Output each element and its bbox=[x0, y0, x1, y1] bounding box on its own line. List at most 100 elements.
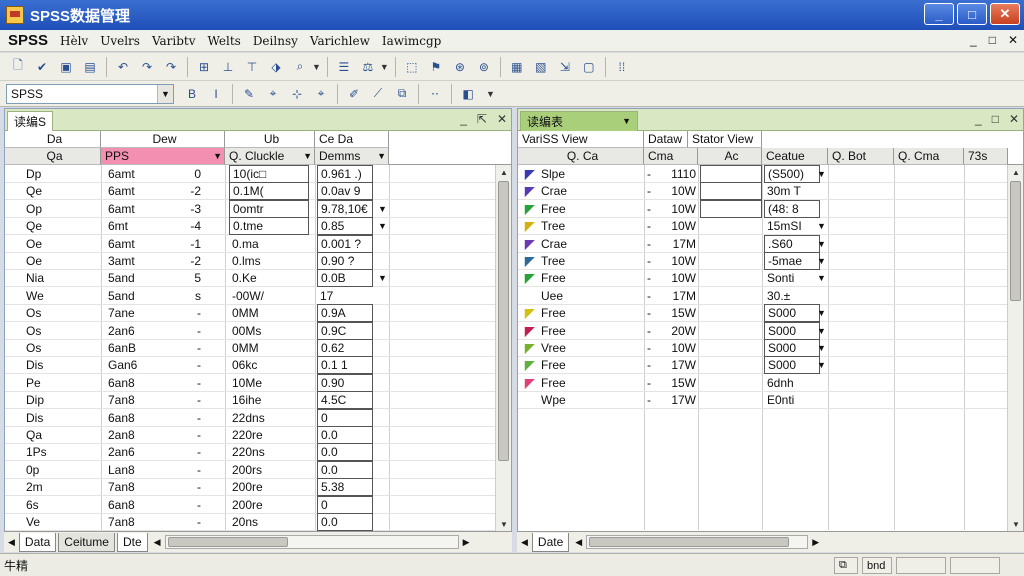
cell-type[interactable]: - bbox=[644, 200, 664, 218]
cell-type[interactable]: 7an8 bbox=[105, 391, 175, 409]
cell-width[interactable]: -2 bbox=[183, 182, 223, 200]
left-vertical-scrollbar[interactable]: ▲ ▼ bbox=[495, 165, 511, 531]
cell-values[interactable]: S000 bbox=[764, 304, 820, 323]
cell-type[interactable]: - bbox=[644, 287, 664, 305]
table-row[interactable]: Os 6anB -0MM 0.62 bbox=[5, 339, 511, 357]
cell-value[interactable]: 0.0 bbox=[317, 460, 373, 479]
scroll-down-icon[interactable]: ▼ bbox=[496, 517, 512, 531]
cell-label[interactable]: 16ihe bbox=[229, 391, 309, 409]
cell-label[interactable]: 220re bbox=[229, 426, 309, 444]
cell-label[interactable]: 220ns bbox=[229, 443, 309, 461]
scripts-icon[interactable]: ⊚ bbox=[473, 56, 495, 78]
table-row[interactable]: ◤ Free -10W Sonti ▼ bbox=[518, 269, 1023, 288]
chevron-down-icon[interactable]: ▼ bbox=[375, 217, 389, 235]
cell-value[interactable]: 0.961 .) bbox=[317, 165, 373, 183]
table-row[interactable]: Os 7ane -0MM 0.9A bbox=[5, 304, 511, 323]
cell-type[interactable]: - bbox=[644, 269, 664, 287]
chevron-down-icon[interactable]: ▼ bbox=[814, 304, 828, 322]
cell-decimals[interactable] bbox=[700, 182, 762, 201]
cell-type[interactable]: - bbox=[644, 252, 664, 270]
chevron-down-icon[interactable]: ▼ bbox=[213, 151, 222, 161]
cell-values[interactable]: S000 bbox=[764, 339, 820, 357]
left-pane-restore-button[interactable]: ⇱ bbox=[477, 112, 487, 126]
minimize-button[interactable]: _ bbox=[924, 3, 954, 25]
cell-name[interactable]: We bbox=[23, 287, 93, 305]
table-row[interactable]: Dp 6amt 0 10(ic□ 0.961 .) bbox=[5, 165, 511, 183]
cell-label[interactable]: 22dns bbox=[229, 409, 309, 427]
cell-value[interactable]: 17 bbox=[317, 287, 373, 305]
column-header[interactable]: Demms ▼ bbox=[315, 148, 389, 165]
scroll-up-icon[interactable]: ▲ bbox=[496, 165, 512, 179]
cell-name[interactable]: Os bbox=[23, 322, 93, 340]
cell-name[interactable]: Qe bbox=[23, 182, 93, 200]
cell-decimals[interactable] bbox=[700, 374, 762, 392]
table-row[interactable]: ◤ Free -10W (48: 8 bbox=[518, 199, 1023, 218]
variables-icon[interactable]: ⊞ bbox=[193, 56, 215, 78]
cell-width[interactable]: - bbox=[183, 478, 223, 496]
cell-value[interactable]: 0 bbox=[317, 408, 373, 427]
cell-value[interactable]: 0.0B bbox=[317, 269, 373, 288]
cell-width[interactable]: - bbox=[183, 391, 223, 409]
cell-label[interactable]: 0.1M( bbox=[229, 182, 309, 201]
cell-decimals[interactable] bbox=[700, 252, 762, 270]
value-labels-icon[interactable]: ⚑ bbox=[425, 56, 447, 78]
table-row[interactable]: Oe 3amt -2 0.lms 0.90 ? bbox=[5, 252, 511, 270]
cell-type[interactable]: - bbox=[644, 322, 664, 340]
export-icon[interactable]: ⇲ bbox=[554, 56, 576, 78]
cell-name[interactable]: Qe bbox=[23, 217, 93, 235]
new-icon[interactable]: 🗋 bbox=[7, 56, 29, 78]
table-row[interactable]: Dis 6an8-22dns 0 bbox=[5, 408, 511, 427]
cell-width[interactable]: 10W bbox=[664, 200, 698, 218]
cell-name[interactable]: Tree bbox=[538, 252, 628, 270]
cell-label[interactable]: 00Ms bbox=[229, 322, 309, 340]
column-header[interactable]: Ce Da bbox=[315, 131, 389, 148]
cell-name[interactable]: Free bbox=[538, 374, 628, 392]
find-icon[interactable]: ⌕ bbox=[289, 56, 311, 78]
cell-name[interactable]: Crae bbox=[538, 182, 628, 200]
column-header[interactable]: Da bbox=[5, 131, 101, 148]
table-row[interactable]: Qa 2an8-220re 0.0 bbox=[5, 426, 511, 444]
chevron-down-icon[interactable]: ▼ bbox=[486, 89, 495, 99]
table-row[interactable]: ◤ Tree -10W 15mSI ▼ bbox=[518, 217, 1023, 236]
cell-value[interactable]: 4.5C bbox=[317, 391, 373, 410]
cell-values[interactable]: .S60 bbox=[764, 234, 820, 253]
cell-type[interactable]: 6amt bbox=[105, 200, 175, 218]
chevron-down-icon[interactable]: ▼ bbox=[814, 322, 828, 340]
table-row[interactable]: 6s 6an8-200re 0 bbox=[5, 495, 511, 514]
cell-value[interactable]: 5.38 bbox=[317, 478, 373, 497]
tab-variable-view[interactable]: Ceitume bbox=[58, 532, 115, 552]
cell-decimals[interactable] bbox=[700, 391, 762, 409]
font-combo[interactable]: SPSS ▼ bbox=[6, 83, 174, 104]
scroll-thumb[interactable] bbox=[167, 537, 288, 547]
cell-name[interactable]: Dip bbox=[23, 391, 93, 409]
tab-date[interactable]: Date bbox=[531, 532, 570, 552]
column-header[interactable]: Dew bbox=[101, 131, 225, 148]
cell-name[interactable]: Os bbox=[23, 304, 93, 322]
list-icon[interactable]: ☰ bbox=[333, 56, 355, 78]
cell-type[interactable]: 5and bbox=[105, 287, 175, 305]
redo-icon[interactable]: ↷ bbox=[136, 56, 158, 78]
palette-icon[interactable]: ◧ bbox=[457, 83, 479, 105]
cell-name[interactable]: Dp bbox=[23, 165, 93, 183]
cell-width[interactable]: 10W bbox=[664, 269, 698, 287]
table-row[interactable]: Wpe -17W E0nti bbox=[518, 391, 1023, 410]
mdi-close-button[interactable]: ✕ bbox=[1008, 33, 1018, 47]
cell-values[interactable]: 30.± bbox=[764, 287, 820, 305]
select-icon[interactable]: ⬚ bbox=[401, 56, 423, 78]
cell-value[interactable]: 0.0 bbox=[317, 513, 373, 531]
goto-icon[interactable]: ↷ bbox=[160, 56, 182, 78]
use-sets-icon[interactable]: ⊛ bbox=[449, 56, 471, 78]
table-row[interactable]: ◤ Crae -10W 30m T bbox=[518, 182, 1023, 201]
mdi-minimize-button[interactable]: _ bbox=[970, 33, 977, 47]
menu-item-varichlew[interactable]: Varichlew bbox=[304, 34, 376, 48]
cell-name[interactable]: Wpe bbox=[538, 391, 628, 409]
cell-name[interactable]: Slpe bbox=[538, 165, 628, 183]
align-icon[interactable]: ⊹ bbox=[286, 83, 308, 105]
cell-label[interactable]: 0omtr bbox=[229, 199, 309, 218]
table-row[interactable]: ◤ Free -15W S000 ▼ bbox=[518, 304, 1023, 323]
cell-width[interactable]: -4 bbox=[183, 217, 223, 235]
chevron-down-icon[interactable]: ▼ bbox=[814, 356, 828, 374]
chevron-down-icon[interactable]: ▼ bbox=[814, 217, 828, 235]
cell-value[interactable]: 0.0 bbox=[317, 443, 373, 462]
cell-name[interactable]: Free bbox=[538, 269, 628, 287]
